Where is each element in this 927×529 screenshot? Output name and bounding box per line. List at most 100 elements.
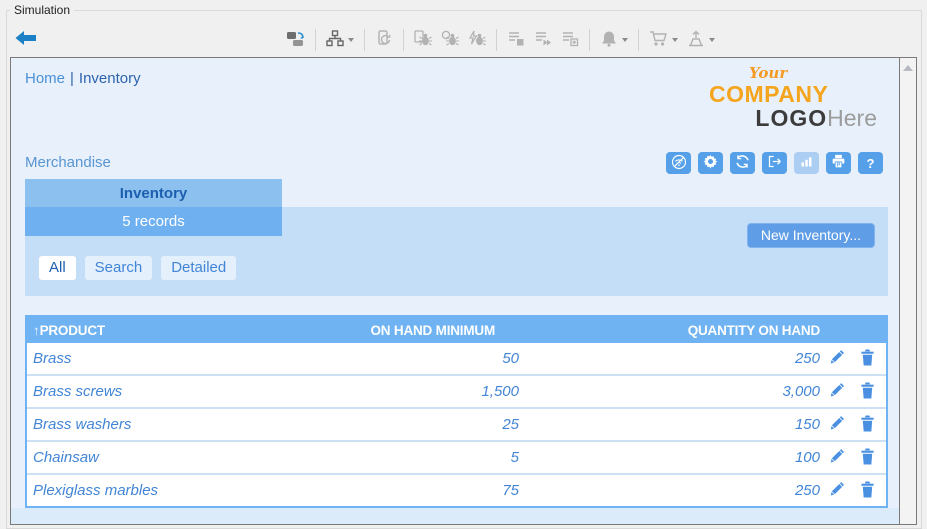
edit-button[interactable] (828, 381, 846, 402)
settings-button[interactable] (698, 152, 723, 174)
debug-run-button[interactable] (466, 28, 488, 52)
help-button[interactable]: ? (858, 152, 883, 174)
product-cell: Brass (27, 350, 309, 367)
section-row: Merchandise (11, 152, 899, 179)
debug-component-button[interactable] (439, 28, 461, 52)
panel-title: Inventory (120, 185, 188, 202)
debug-document-button[interactable] (412, 28, 434, 52)
exit-button[interactable] (762, 152, 787, 174)
logo-company-text: COMPANY (709, 83, 877, 106)
page-header: Home | Inventory Your COMPANY LOGOHere (11, 58, 899, 152)
cart-button[interactable] (647, 28, 680, 52)
quantity-on-hand-cell: 100 (535, 449, 820, 466)
record-count: 5 records (122, 213, 185, 230)
row-actions (820, 348, 886, 369)
edit-button[interactable] (828, 447, 846, 468)
list-add-button[interactable] (559, 28, 581, 52)
logo-logo-text: LOGO (755, 105, 827, 131)
back-arrow-icon (15, 35, 37, 50)
gear-icon (703, 154, 718, 172)
toolbar-separator (315, 29, 316, 51)
list-forward-button[interactable] (532, 28, 554, 52)
sitemap-button[interactable] (324, 28, 356, 52)
page-action-buttons: P ? (666, 152, 883, 174)
display-switch-button[interactable] (284, 28, 307, 53)
trash-icon (860, 481, 875, 501)
table-row[interactable]: Brass screws 1,500 3,000 (27, 374, 886, 407)
edit-button[interactable] (828, 414, 846, 435)
notifications-button[interactable] (598, 28, 630, 52)
tab-all[interactable]: All (39, 256, 76, 280)
company-logo: Your COMPANY LOGOHere (709, 66, 877, 130)
trash-icon (860, 382, 875, 402)
toolbar-separator (638, 29, 639, 51)
toolbar-separator (496, 29, 497, 51)
table-row[interactable]: Chainsaw 5 100 (27, 440, 886, 473)
cart-icon (649, 30, 668, 50)
delete-button[interactable] (860, 349, 875, 369)
list-box-button[interactable] (505, 28, 527, 52)
bell-icon (600, 30, 618, 50)
breadcrumb-separator: | (70, 70, 74, 87)
question-mark-icon: ? (867, 156, 875, 171)
exit-icon (767, 154, 782, 172)
pencil-icon (828, 348, 846, 369)
edit-button[interactable] (828, 348, 846, 369)
vertical-scrollbar[interactable] (899, 58, 916, 524)
column-header-quantity-on-hand[interactable]: QUANTITY ON HAND (535, 323, 820, 338)
trash-icon (860, 448, 875, 468)
row-actions (820, 381, 886, 402)
trash-icon (860, 415, 875, 435)
pencil-icon (828, 480, 846, 501)
table-row[interactable]: Plexiglass marbles 75 250 (27, 473, 886, 506)
on-hand-minimum-cell: 25 (309, 416, 535, 433)
delete-button[interactable] (860, 481, 875, 501)
quantity-on-hand-cell: 150 (535, 416, 820, 433)
print-button[interactable]: P (826, 152, 851, 174)
content-background (11, 508, 899, 524)
on-hand-minimum-cell: 1,500 (309, 383, 535, 400)
scroll-up-icon[interactable] (903, 65, 913, 71)
breadcrumb-current: Inventory (79, 70, 141, 87)
cart-upload-button[interactable] (685, 28, 717, 52)
table-row[interactable]: Brass washers 25 150 (27, 407, 886, 440)
offline-button[interactable] (666, 152, 691, 174)
refresh-button[interactable] (730, 152, 755, 174)
logo-your-text: Your (749, 66, 877, 81)
quantity-on-hand-cell: 3,000 (535, 383, 820, 400)
sitemap-dropdown-caret (348, 38, 354, 42)
spacer (11, 296, 899, 315)
page-content: Home | Inventory Your COMPANY LOGOHere Mer… (11, 58, 899, 524)
simulation-toolbar (284, 26, 717, 54)
delete-button[interactable] (860, 448, 875, 468)
edit-button[interactable] (828, 480, 846, 501)
column-header-product[interactable]: ↑PRODUCT (27, 323, 285, 338)
sitemap-icon (326, 30, 344, 50)
inventory-table: ↑PRODUCT ON HAND MINIMUM QUANTITY ON HAN… (25, 315, 888, 508)
on-hand-minimum-cell: 50 (309, 350, 535, 367)
row-actions (820, 414, 886, 435)
record-count-bar: 5 records (25, 207, 282, 236)
delete-button[interactable] (860, 415, 875, 435)
cart-upload-icon (687, 30, 705, 50)
toolbar-separator (403, 29, 404, 51)
sort-ascending-icon: ↑ (33, 323, 40, 338)
toolbar-separator (589, 29, 590, 51)
column-header-on-hand-minimum[interactable]: ON HAND MINIMUM (285, 323, 535, 338)
delete-button[interactable] (860, 382, 875, 402)
back-button[interactable] (15, 29, 37, 47)
table-body: Brass 50 250 (27, 343, 886, 506)
tab-search[interactable]: Search (85, 256, 153, 280)
tab-detailed[interactable]: Detailed (161, 256, 236, 280)
printer-icon: P (831, 154, 846, 172)
new-inventory-button[interactable]: New Inventory... (747, 223, 875, 248)
quantity-on-hand-cell: 250 (535, 350, 820, 367)
table-row[interactable]: Brass 50 250 (27, 343, 886, 374)
stats-button[interactable] (794, 152, 819, 174)
mobile-refresh-button[interactable] (373, 28, 395, 52)
display-switch-icon (286, 30, 305, 51)
breadcrumb-home-link[interactable]: Home (25, 70, 65, 87)
notifications-dropdown-caret (622, 38, 628, 42)
panel-title-bar: Inventory (25, 179, 282, 207)
list-box-icon (507, 30, 525, 50)
